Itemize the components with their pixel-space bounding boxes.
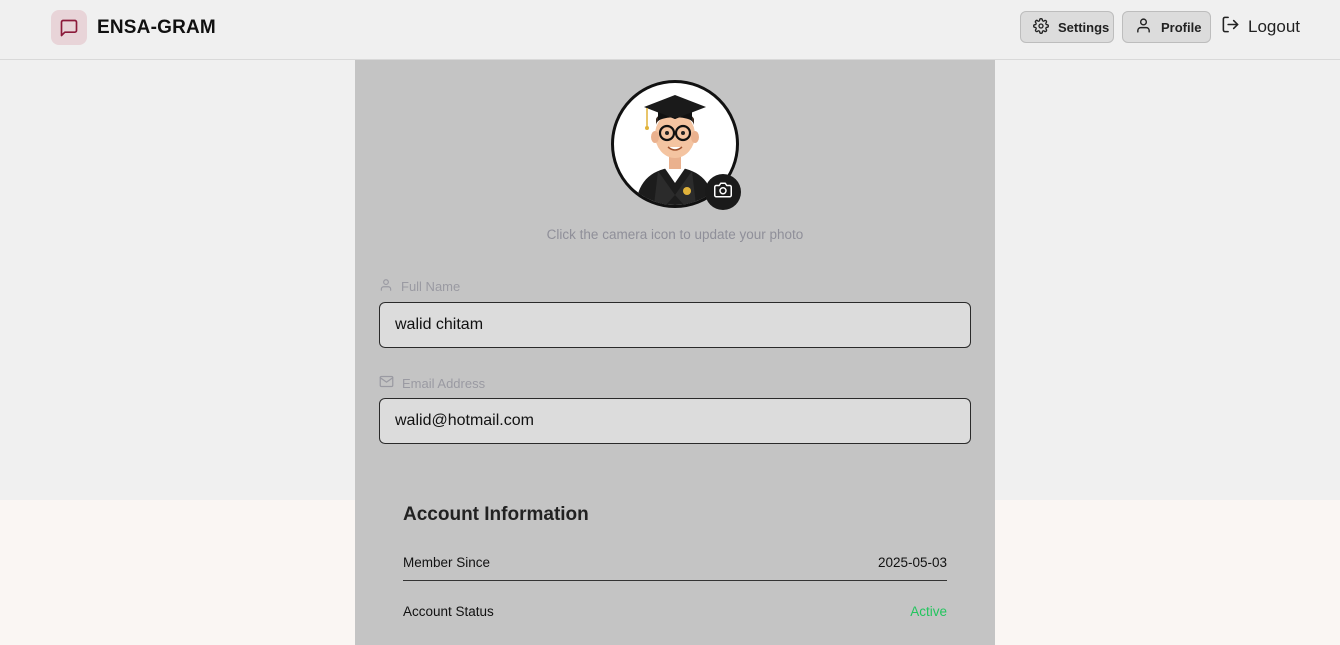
nav-actions: Settings Profile Logout <box>1020 11 1300 43</box>
account-status-row: Account Status Active <box>403 604 947 619</box>
member-since-row: Member Since 2025-05-03 <box>403 555 947 581</box>
logout-icon <box>1221 15 1240 39</box>
settings-label: Settings <box>1058 19 1110 35</box>
avatar-container <box>611 80 741 210</box>
camera-icon <box>714 181 732 204</box>
profile-label: Profile <box>1161 19 1202 35</box>
settings-button[interactable]: Settings <box>1020 11 1114 43</box>
account-info-title: Account Information <box>403 504 589 525</box>
brand[interactable]: ENSA-GRAM <box>51 10 216 45</box>
status-badge: Active <box>910 604 947 619</box>
member-since-value: 2025-05-03 <box>877 555 947 570</box>
full-name-label-text: Full Name <box>401 279 461 294</box>
brand-name: ENSA-GRAM <box>97 16 216 38</box>
email-label-text: Email Address <box>402 375 486 391</box>
profile-card: Click the camera icon to update your pho… <box>355 60 995 645</box>
full-name-label: Full Name <box>379 278 460 295</box>
user-icon <box>1135 17 1152 37</box>
email-label: Email Address <box>379 374 485 392</box>
gear-icon <box>1033 17 1049 37</box>
camera-button[interactable] <box>705 174 741 210</box>
mail-icon <box>379 374 394 392</box>
logout-button[interactable]: Logout <box>1221 11 1300 43</box>
message-square-icon <box>51 10 87 45</box>
logout-label: Logout <box>1248 17 1300 36</box>
user-icon <box>379 278 393 295</box>
member-since-label: Member Since <box>403 555 491 570</box>
top-navbar: ENSA-GRAM Settings Profile Logout <box>0 0 1340 60</box>
photo-hint: Click the camera icon to update your pho… <box>546 227 804 242</box>
account-status-label: Account Status <box>403 604 494 619</box>
profile-button[interactable]: Profile <box>1122 11 1211 43</box>
email-input[interactable] <box>379 398 971 444</box>
full-name-input[interactable] <box>379 302 971 348</box>
